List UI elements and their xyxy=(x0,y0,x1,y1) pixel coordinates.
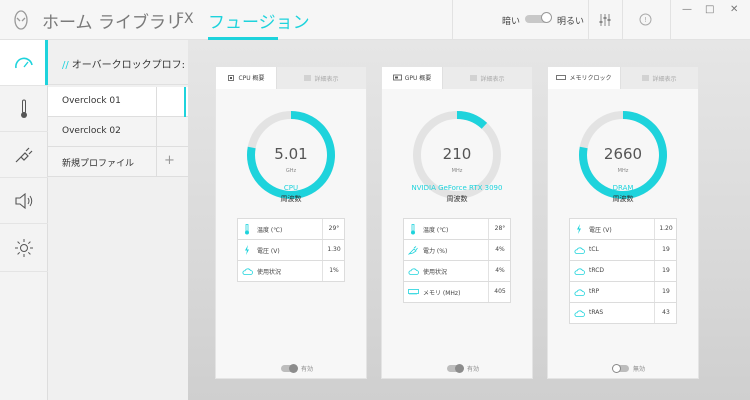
stat-row: 電圧 (V) 1.20 xyxy=(569,218,677,240)
gpu-card-icon xyxy=(392,74,402,81)
cpu-frequency-unit: GHz xyxy=(285,168,297,174)
cpu-chip-icon xyxy=(228,74,235,81)
cloud-icon xyxy=(570,261,588,281)
memory-frequency-value: 2660 xyxy=(603,145,643,163)
stat-row: 温度 (℃) 28° xyxy=(403,218,511,240)
gpu-stats-table: 温度 (℃) 28° 電力 (%) 4% 使用状況 4% メモリ (MHz) 4… xyxy=(403,218,511,303)
stat-row: tRAS 43 xyxy=(569,302,677,324)
memory-frequency-label: 周波数 xyxy=(612,195,634,203)
alienware-logo-icon[interactable] xyxy=(10,9,32,31)
cpu-label: CPU xyxy=(283,184,299,192)
cloud-icon xyxy=(570,303,588,323)
rail-item-overclock[interactable] xyxy=(0,40,48,86)
cpu-card: CPU 概要 詳細表示 5.01 GHz CPU 周波数 温度 (℃) 29° … xyxy=(215,66,367,379)
stat-row: メモリ (MHz) 405 xyxy=(403,281,511,303)
memory-icon xyxy=(404,282,422,302)
stat-row: 温度 (℃) 29° xyxy=(237,218,345,240)
gpu-card: GPU 概要 詳細表示 210 MHz NVIDIA GeForce RTX 3… xyxy=(381,66,533,379)
bolt-icon xyxy=(570,219,588,239)
memory-module-icon xyxy=(556,74,567,80)
minimize-button[interactable]: — xyxy=(682,4,692,15)
dram-label: DRAM xyxy=(612,184,634,192)
cpu-enable-switch[interactable]: 有効 xyxy=(281,363,313,373)
rail-item-lighting[interactable] xyxy=(0,224,48,272)
profile-item-label: Overclock 01 xyxy=(62,96,121,106)
cpu-stats-table: 温度 (℃) 29° 電圧 (V) 1.30 使用状況 1% xyxy=(237,218,345,282)
tab-memory-details[interactable]: 詳細表示 xyxy=(620,67,698,89)
thermometer-icon xyxy=(21,99,27,118)
gpu-frequency-label: 周波数 xyxy=(446,195,468,203)
bolt-icon xyxy=(238,240,256,260)
nav-home[interactable]: ホーム xyxy=(42,8,93,33)
power-plug-icon xyxy=(404,240,422,260)
stat-row: tRCD 19 xyxy=(569,260,677,282)
stat-row: 使用状況 1% xyxy=(237,260,345,282)
stat-row: tCL 19 xyxy=(569,239,677,261)
stat-row: 使用状況 4% xyxy=(403,260,511,282)
cloud-icon xyxy=(570,282,588,302)
stat-row: tRP 19 xyxy=(569,281,677,303)
feature-rail xyxy=(0,40,48,400)
cpu-frequency-label: 周波数 xyxy=(280,195,302,203)
brightness-icon xyxy=(15,238,33,257)
list-icon xyxy=(304,75,312,81)
bright-mode-label: 明るい xyxy=(557,17,585,27)
add-profile-button[interactable]: + xyxy=(164,153,175,168)
profile-item-label: Overclock 02 xyxy=(62,126,121,136)
gpu-label: NVIDIA GeForce RTX 3090 xyxy=(411,184,503,192)
memory-stats-table: 電圧 (V) 1.20 tCL 19 tRCD 19 tRP 19 tRAS 4… xyxy=(569,218,677,324)
profile-panel: //オーバークロックプロフ: Overclock 01 Overclock 02… xyxy=(48,40,188,400)
overclock-icon xyxy=(15,57,33,68)
cloud-icon xyxy=(570,240,588,260)
cpu-frequency-value: 5.01 xyxy=(274,145,308,163)
tab-cpu-overview[interactable]: CPU 概要 xyxy=(216,67,276,89)
nav-library[interactable]: ライブラリ xyxy=(98,8,183,33)
display-mode-toggle[interactable] xyxy=(525,12,552,23)
tab-cpu-details[interactable]: 詳細表示 xyxy=(276,67,366,89)
cloud-icon xyxy=(238,261,256,281)
profile-panel-title: オーバークロックプロフ: xyxy=(71,60,186,71)
nav-fx[interactable]: FX xyxy=(176,11,194,27)
title-slash-mark: // xyxy=(62,60,69,71)
svg-text:!: ! xyxy=(644,16,647,24)
stat-row: 電力 (%) 4% xyxy=(403,239,511,261)
thermometer-icon xyxy=(238,219,256,239)
rail-item-thermal[interactable] xyxy=(0,86,48,132)
thermometer-icon xyxy=(404,219,422,239)
memory-frequency-unit: MHz xyxy=(617,168,629,174)
speaker-icon xyxy=(15,192,33,209)
rail-item-audio[interactable] xyxy=(0,178,48,224)
stat-row: 電圧 (V) 1.30 xyxy=(237,239,345,261)
close-button[interactable]: ✕ xyxy=(730,4,738,15)
maximize-button[interactable]: □ xyxy=(705,4,714,15)
profile-panel-header: //オーバークロックプロフ: xyxy=(48,40,188,85)
power-plug-icon xyxy=(15,147,33,162)
help-icon[interactable]: ! xyxy=(639,13,652,26)
top-bar: ホーム ライブラリ FX フュージョン 暗い 明るい ! — □ ✕ xyxy=(0,0,750,40)
list-icon xyxy=(642,75,650,81)
settings-sliders-icon[interactable] xyxy=(598,13,612,27)
tab-gpu-overview[interactable]: GPU 概要 xyxy=(382,67,442,89)
profile-item-overclock-02[interactable]: Overclock 02 xyxy=(48,117,188,147)
profile-item-label: 新規プロファイル xyxy=(62,159,135,169)
memory-enable-switch[interactable]: 無効 xyxy=(612,363,645,373)
nav-fusion[interactable]: フュージョン xyxy=(208,8,310,33)
gpu-frequency-value: 210 xyxy=(442,145,472,163)
list-icon xyxy=(470,75,478,81)
tab-gpu-details[interactable]: 詳細表示 xyxy=(442,67,532,89)
rail-item-power[interactable] xyxy=(0,132,48,178)
memory-card: メモリクロック 詳細表示 2660 MHz DRAM 周波数 電圧 (V) 1.… xyxy=(547,66,699,379)
gpu-frequency-unit: MHz xyxy=(451,168,463,174)
gpu-enable-switch[interactable]: 有効 xyxy=(447,363,479,373)
cloud-icon xyxy=(404,261,422,281)
profile-item-overclock-01[interactable]: Overclock 01 xyxy=(48,87,188,117)
tab-memory-clock[interactable]: メモリクロック xyxy=(548,67,620,89)
profile-item-new[interactable]: 新規プロファイル + xyxy=(48,147,188,177)
dark-mode-label: 暗い xyxy=(502,17,521,27)
